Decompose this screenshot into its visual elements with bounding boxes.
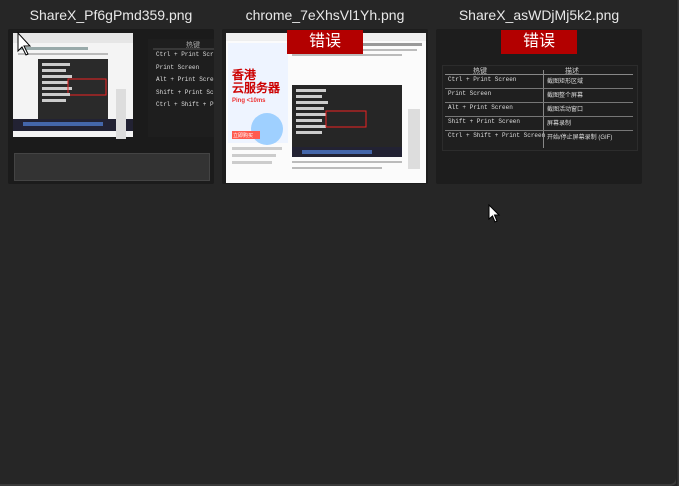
file-thumbnail[interactable]: 错误 香港 云服务器 Ping <10ms 立即购买 xyxy=(222,29,428,184)
hotkey-row: Alt + Print Screen xyxy=(156,76,214,83)
hotkey-row: Ctrl + Shift + Print xyxy=(156,101,214,108)
file-thumbnail[interactable]: 热键 Ctrl + Print Screen Print Screen Alt … xyxy=(8,29,214,184)
ad-button: 立即购买 xyxy=(233,133,254,139)
ad-panel: 香港 云服务器 Ping <10ms xyxy=(232,69,288,108)
row-key: Ctrl + Print Screen xyxy=(448,76,517,83)
file-tile[interactable]: ShareX_asWDjMj5k2.png 错误 热键 描述 Ctrl + Pr… xyxy=(436,3,642,185)
row-desc: 开始/停止屏幕录制 (GIF) xyxy=(547,135,613,141)
ad-title-2: 云服务器 xyxy=(232,81,281,95)
row-desc: 屏幕录制 xyxy=(547,121,572,127)
row-key: Alt + Print Screen xyxy=(448,104,513,111)
file-grid-window: ShareX_Pf6gPmd359.png 热键 Ctrl + Print Sc… xyxy=(0,0,678,486)
file-name: ShareX_Pf6gPmd359.png xyxy=(29,7,193,23)
file-name: ShareX_asWDjMj5k2.png xyxy=(458,7,620,23)
file-name: chrome_7eXhsVl1Yh.png xyxy=(245,7,405,23)
hotkey-table: 热键 描述 Ctrl + Print Screen 截图矩形区域 Print S… xyxy=(442,65,638,151)
mouse-cursor-icon xyxy=(488,203,502,229)
row-key: Print Screen xyxy=(448,90,492,97)
row-desc: 截图矩形区域 xyxy=(547,79,584,85)
hotkey-row: Ctrl + Print Screen xyxy=(156,51,214,58)
hotkeys-header: 热键 xyxy=(186,40,200,49)
error-badge: 错误 xyxy=(287,30,363,54)
hotkey-row: Shift + Print Screen xyxy=(156,88,214,96)
row-key: Ctrl + Shift + Print Screen xyxy=(448,132,546,139)
error-badge: 错误 xyxy=(501,30,577,54)
file-tile[interactable]: chrome_7eXhsVl1Yh.png 错误 香港 云服务器 Ping <1… xyxy=(222,3,428,185)
thumbnail-footer xyxy=(14,153,210,181)
hotkey-row: Print Screen xyxy=(156,63,200,71)
ad-ping: Ping <10ms xyxy=(232,98,266,104)
file-tile[interactable]: ShareX_Pf6gPmd359.png 热键 Ctrl + Print Sc… xyxy=(8,3,214,185)
row-desc: 截图整个屏幕 xyxy=(547,93,584,99)
row-key: Shift + Print Screen xyxy=(448,118,521,125)
file-thumbnail[interactable]: 错误 热键 描述 Ctrl + Print Screen 截图矩形区域 Prin… xyxy=(436,29,642,184)
row-desc: 截图活动窗口 xyxy=(547,107,584,113)
